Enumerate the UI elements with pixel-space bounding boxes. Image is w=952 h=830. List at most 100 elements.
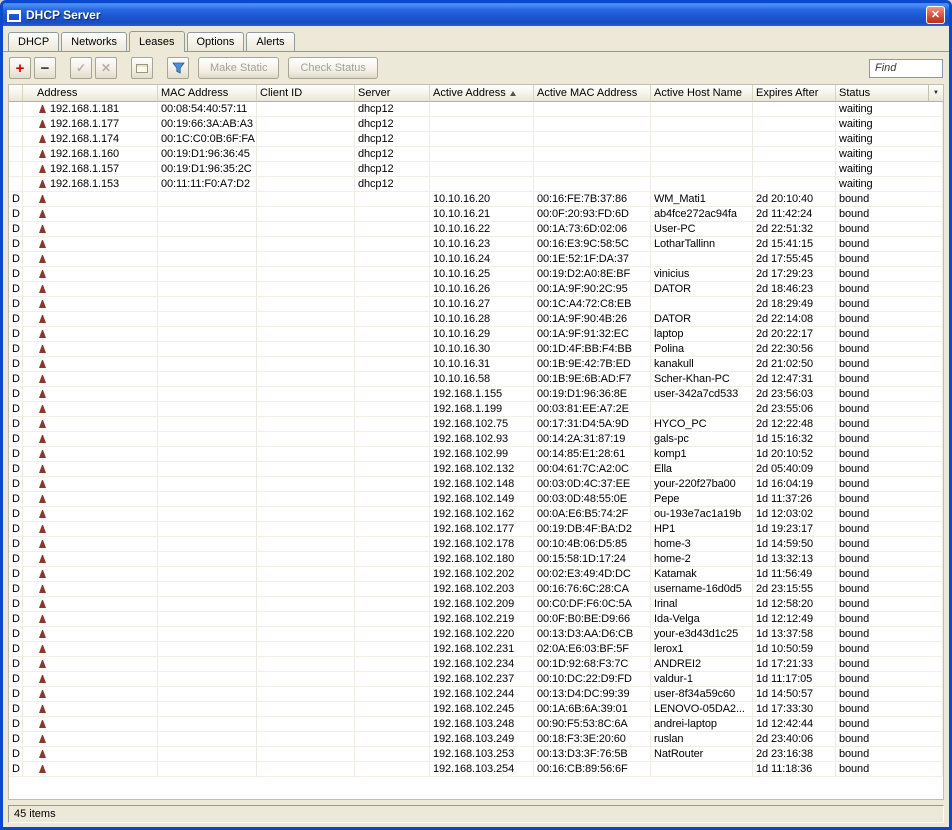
cell-expires: 1d 12:03:02 — [753, 507, 836, 522]
lease-row[interactable]: D 192.168.102.99 00:14:85:E1:28:61 komp1 1d … — [9, 447, 943, 462]
lease-row[interactable]: D 10.10.16.58 00:1B:9E:6B:AD:F7 Scher-Khan-… — [9, 372, 943, 387]
lease-row[interactable]: D 10.10.16.28 00:1A:9F:90:4B:26 DATOR 2d 22:… — [9, 312, 943, 327]
column-header-active-mac-address[interactable]: Active MAC Address — [534, 85, 651, 102]
comment-icon — [136, 63, 148, 73]
check-status-button[interactable]: Check Status — [288, 57, 378, 79]
filter-button[interactable] — [167, 57, 189, 79]
lease-row[interactable]: D 192.168.102.93 00:14:2A:31:87:19 gals-pc 1… — [9, 432, 943, 447]
lease-row[interactable]: D 192.168.103.253 00:13:D3:3F:76:5B NatRout… — [9, 747, 943, 762]
lease-row[interactable]: 192.168.1.153 00:11:11:F0:A7:D2 dhcp12 wait… — [9, 177, 943, 192]
lease-row[interactable]: D 192.168.1.155 00:19:D1:96:36:8E user-342a… — [9, 387, 943, 402]
lease-row[interactable]: D 192.168.103.248 00:90:F5:53:8C:6A andrei-… — [9, 717, 943, 732]
lease-row[interactable]: D 192.168.102.237 00:10:DC:22:D9:FD valdur-… — [9, 672, 943, 687]
cell-flag: D — [9, 627, 23, 642]
column-header-active-host-name[interactable]: Active Host Name — [651, 85, 753, 102]
close-icon[interactable]: ✕ — [926, 5, 945, 24]
tab-alerts[interactable]: Alerts — [246, 32, 295, 51]
enable-button[interactable]: ✓ — [70, 57, 92, 79]
lease-row[interactable]: D 192.168.102.162 00:0A:E6:B5:74:2F ou-193e… — [9, 507, 943, 522]
disable-button[interactable]: ✕ — [95, 57, 117, 79]
column-header-status[interactable]: Status — [836, 85, 943, 102]
tab-leases[interactable]: Leases — [129, 31, 185, 52]
cell-ahost: kanakull — [651, 357, 753, 372]
lease-row[interactable]: D 10.10.16.25 00:19:D2:A0:8E:BF vinicius 2d … — [9, 267, 943, 282]
lease-row[interactable]: D 192.168.103.254 00:16:CB:89:56:6F 1d 11:1… — [9, 762, 943, 777]
lease-row[interactable]: D 192.168.102.209 00:C0:DF:F6:0C:5A Irinal 1… — [9, 597, 943, 612]
cell-status: bound — [836, 522, 943, 537]
add-button[interactable]: + — [9, 57, 31, 79]
find-input[interactable]: Find — [869, 58, 943, 78]
lease-row[interactable]: D 192.168.102.219 00:0F:B0:BE:D9:66 Ida-Vel… — [9, 612, 943, 627]
lease-row[interactable]: D 192.168.102.245 00:1A:6B:6A:39:01 LENOVO-… — [9, 702, 943, 717]
make-static-button[interactable]: Make Static — [198, 57, 280, 79]
column-header-client-id[interactable]: Client ID — [257, 85, 355, 102]
lease-row[interactable]: D 192.168.102.231 02:0A:E6:03:BF:5F lerox1 1… — [9, 642, 943, 657]
lease-row[interactable]: D 10.10.16.22 00:1A:73:6D:02:06 User-PC 2d 2… — [9, 222, 943, 237]
column-header-expires-after[interactable]: Expires After — [753, 85, 836, 102]
cell-ahost: vinicius — [651, 267, 753, 282]
lease-row[interactable]: D 10.10.16.27 00:1C:A4:72:C8:EB 2d 18:29:49… — [9, 297, 943, 312]
lease-row[interactable]: D 192.168.102.148 00:03:0D:4C:37:EE your-22… — [9, 477, 943, 492]
cell-address — [23, 702, 158, 717]
lease-row[interactable]: 192.168.1.181 00:08:54:40:57:11 dhcp12 wait… — [9, 102, 943, 117]
cell-status: bound — [836, 282, 943, 297]
cell-flag: D — [9, 762, 23, 777]
cell-ahost — [651, 162, 753, 177]
lease-row[interactable]: D 10.10.16.23 00:16:E3:9C:58:5C LotharTalli… — [9, 237, 943, 252]
cell-server — [355, 672, 430, 687]
lease-row[interactable]: D 192.168.102.177 00:19:DB:4F:BA:D2 HP1 1d 1… — [9, 522, 943, 537]
cell-mac — [158, 417, 257, 432]
lease-row[interactable]: D 192.168.102.75 00:17:31:D4:5A:9D HYCO_PC 2… — [9, 417, 943, 432]
lease-row[interactable]: D 10.10.16.24 00:1E:52:1F:DA:37 2d 17:55:45… — [9, 252, 943, 267]
cell-status: bound — [836, 582, 943, 597]
column-header-flags[interactable] — [9, 85, 23, 102]
column-header-address[interactable]: Address — [23, 85, 158, 102]
lease-row[interactable]: D 192.168.102.203 00:16:76:6C:28:CA usernam… — [9, 582, 943, 597]
lease-row[interactable]: D 10.10.16.20 00:16:FE:7B:37:86 WM_Mati1 2d … — [9, 192, 943, 207]
tab-networks[interactable]: Networks — [61, 32, 128, 51]
lease-row[interactable]: 192.168.1.157 00:19:D1:96:35:2C dhcp12 wait… — [9, 162, 943, 177]
cell-status: bound — [836, 312, 943, 327]
lease-row[interactable]: D 192.168.102.220 00:13:D3:AA:D6:CB your-e3… — [9, 627, 943, 642]
cell-client — [257, 522, 355, 537]
cell-amac: 00:16:76:6C:28:CA — [534, 582, 651, 597]
lease-row[interactable]: 192.168.1.160 00:19:D1:96:36:45 dhcp12 wait… — [9, 147, 943, 162]
lease-row[interactable]: D 192.168.102.178 00:10:4B:06:D5:85 home-3 1… — [9, 537, 943, 552]
cell-status: bound — [836, 492, 943, 507]
lease-row[interactable]: D 192.168.1.199 00:03:81:EE:A7:2E 2d 23:55:… — [9, 402, 943, 417]
cell-flag: D — [9, 207, 23, 222]
title-bar[interactable]: DHCP Server ✕ — [3, 3, 949, 26]
cell-aaddr — [430, 147, 534, 162]
lease-row[interactable]: D 192.168.103.249 00:18:F3:3E:20:60 ruslan 2… — [9, 732, 943, 747]
cell-server — [355, 492, 430, 507]
lease-row[interactable]: D 10.10.16.29 00:1A:9F:91:32:EC laptop 2d 20… — [9, 327, 943, 342]
lease-row[interactable]: D 10.10.16.21 00:0F:20:93:FD:6D ab4fce272ac… — [9, 207, 943, 222]
address-text: 192.168.1.181 — [50, 102, 120, 115]
cell-mac — [158, 402, 257, 417]
lease-row[interactable]: 192.168.1.174 00:1C:C0:0B:6F:FA dhcp12 wait… — [9, 132, 943, 147]
lease-table: Address MAC Address Client ID Server Active … — [8, 84, 944, 800]
cell-expires: 2d 23:16:38 — [753, 747, 836, 762]
cell-client — [257, 297, 355, 312]
lease-row[interactable]: D 192.168.102.149 00:03:0D:48:55:0E Pepe 1d … — [9, 492, 943, 507]
tab-dhcp[interactable]: DHCP — [8, 32, 60, 51]
lease-row[interactable]: D 192.168.102.132 00:04:61:7C:A2:0C Ella 2d … — [9, 462, 943, 477]
lease-row[interactable]: D 192.168.102.180 00:15:58:1D:17:24 home-2 1… — [9, 552, 943, 567]
column-header-server[interactable]: Server — [355, 85, 430, 102]
column-header-mac-address[interactable]: MAC Address — [158, 85, 257, 102]
lease-row[interactable]: D 10.10.16.31 00:1B:9E:42:7B:ED kanakull 2d … — [9, 357, 943, 372]
tab-options[interactable]: Options — [186, 32, 245, 51]
lease-row[interactable]: D 10.10.16.30 00:1D:4F:BB:F4:BB Polina 2d 22… — [9, 342, 943, 357]
lease-row[interactable]: D 192.168.102.244 00:13:D4:DC:99:39 user-8f… — [9, 687, 943, 702]
cell-server — [355, 732, 430, 747]
comment-button[interactable] — [131, 57, 153, 79]
lease-row[interactable]: D 192.168.102.234 00:1D:92:68:F3:7C ANDREI2… — [9, 657, 943, 672]
lease-row[interactable]: 192.168.1.177 00:19:66:3A:AB:A3 dhcp12 wait… — [9, 117, 943, 132]
lease-row[interactable]: D 10.10.16.26 00:1A:9F:90:2C:95 DATOR 2d 18:… — [9, 282, 943, 297]
cell-flag: D — [9, 282, 23, 297]
column-selector-button[interactable]: ▼ — [928, 85, 943, 102]
remove-button[interactable]: − — [34, 57, 56, 79]
lease-row[interactable]: D 192.168.102.202 00:02:E3:49:4D:DC Katamak… — [9, 567, 943, 582]
column-header-active-address[interactable]: Active Address — [430, 85, 534, 102]
cell-ahost: Ella — [651, 462, 753, 477]
